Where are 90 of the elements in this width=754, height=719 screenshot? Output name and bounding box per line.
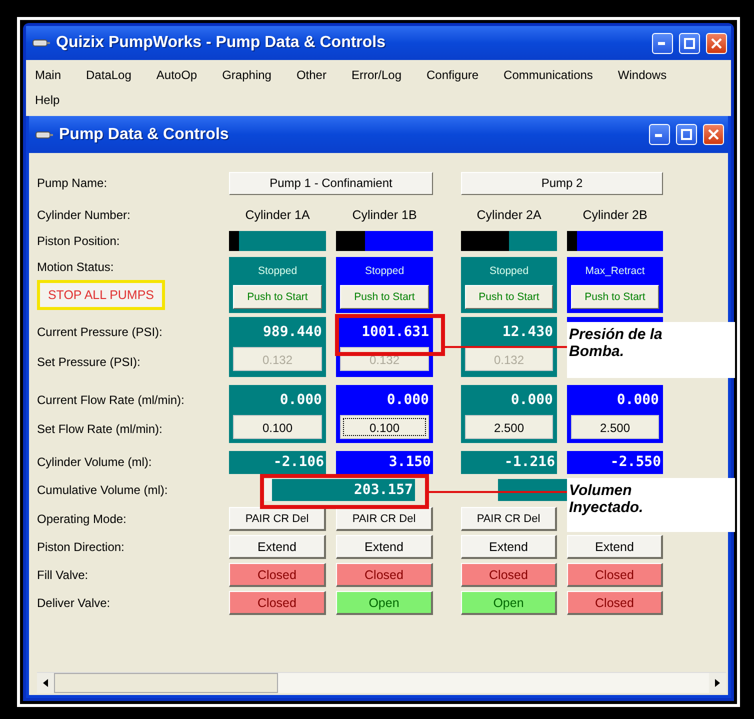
push-to-start-button[interactable]: Push to Start — [233, 285, 322, 309]
field-label: Cylinder Volume (ml): — [37, 455, 153, 469]
valve-button[interactable]: Closed — [567, 563, 663, 587]
scroll-right-icon[interactable] — [715, 679, 720, 687]
maximize-button[interactable] — [679, 32, 700, 54]
close-icon — [708, 129, 719, 140]
pump-name-button[interactable]: Pump 1 - Confinamient — [229, 172, 433, 194]
menu-item[interactable]: Error/Log — [346, 63, 407, 88]
current-pressure: 12.430 — [501, 323, 553, 342]
minimize-button[interactable] — [649, 124, 670, 145]
cylinder-number: Cylinder 1A — [244, 208, 311, 222]
current-flow-rate: 0.000 — [278, 391, 322, 410]
cylinder-volume: -2.106 — [229, 450, 326, 474]
close-button[interactable] — [703, 124, 724, 145]
field-label: Piston Direction: — [37, 540, 126, 554]
menu-item[interactable]: Windows — [612, 63, 672, 88]
minimize-icon — [658, 41, 667, 45]
cylinder-number: Cylinder 2A — [476, 208, 542, 222]
current-pressure: 1001.631 — [360, 323, 429, 342]
cylinder-number: Cylinder 1B — [351, 208, 418, 222]
valve-button[interactable]: Closed — [461, 563, 557, 587]
cylinder-volume: -1.216 — [461, 450, 557, 474]
cylinder-volume: -2.550 — [567, 450, 663, 474]
field-label: Cylinder Number: — [37, 208, 132, 222]
current-flow-rate: 0.000 — [386, 391, 429, 410]
menu-item[interactable]: Other — [291, 63, 332, 88]
field-label: Deliver Valve: — [37, 596, 112, 610]
window-title: Quizix PumpWorks - Pump Data & Controls — [56, 34, 387, 52]
cylinder-number: Cylinder 2B — [582, 208, 648, 222]
piston-direction-button[interactable]: Extend — [229, 535, 326, 559]
set-flow-rate-field[interactable]: 2.500 — [571, 415, 659, 439]
field-label: Fill Valve: — [37, 568, 90, 582]
menu-item[interactable]: AutoOp — [151, 63, 202, 88]
set-flow-rate-field[interactable]: 2.500 — [465, 415, 553, 439]
scroll-left-icon[interactable] — [43, 679, 48, 687]
menu-item[interactable]: Graphing — [217, 63, 276, 88]
annotation-label: Volumen Inyectado. — [567, 478, 735, 532]
menu-item[interactable]: DataLog — [81, 63, 136, 88]
push-to-start-button[interactable]: Push to Start — [465, 285, 553, 309]
annotation-label: Presión de la Bomba. — [567, 322, 735, 378]
maximize-icon — [681, 129, 692, 140]
close-icon — [711, 38, 722, 48]
current-flow-rate: 0.000 — [510, 391, 553, 410]
minimize-icon — [655, 132, 664, 136]
piston-direction-button[interactable]: Extend — [336, 535, 433, 559]
pump-name-button[interactable]: Pump 2 — [461, 172, 663, 194]
valve-button[interactable]: Closed — [336, 563, 433, 587]
field-label: Motion Status: — [37, 260, 115, 274]
valve-button[interactable]: Open — [461, 591, 557, 615]
current-flow-rate: 0.000 — [616, 391, 659, 410]
cylinder-volume: 3.150 — [336, 450, 433, 474]
field-label: Current Pressure (PSI): — [37, 325, 164, 339]
piston-direction-button[interactable]: Extend — [461, 535, 557, 559]
stop-all-pumps-button[interactable]: STOP ALL PUMPS — [37, 280, 165, 310]
push-to-start-button[interactable]: Push to Start — [340, 285, 429, 309]
child-window-title: Pump Data & Controls — [59, 126, 230, 144]
menu-item[interactable]: Communications — [498, 63, 598, 88]
valve-button[interactable]: Open — [336, 591, 433, 615]
operating-mode-button[interactable]: PAIR CR Del — [461, 507, 557, 531]
operating-mode-button[interactable]: PAIR CR Del — [336, 507, 433, 531]
field-label: Set Pressure (PSI): — [37, 355, 142, 369]
close-button[interactable] — [706, 32, 727, 54]
menu-item[interactable]: Main — [30, 63, 66, 88]
operating-mode-button[interactable]: PAIR CR Del — [229, 507, 326, 531]
motion-status: Stopped — [256, 264, 298, 279]
valve-button[interactable]: Closed — [229, 563, 326, 587]
piston-direction-button[interactable]: Extend — [567, 535, 663, 559]
push-to-start-button[interactable]: Push to Start — [571, 285, 659, 309]
valve-button[interactable]: Closed — [567, 591, 663, 615]
maximize-button[interactable] — [676, 124, 697, 145]
field-label: Pump Name: — [37, 176, 108, 190]
horizontal-scrollbar[interactable] — [37, 672, 726, 693]
menu-item[interactable]: Help — [30, 88, 65, 113]
set-flow-rate-field[interactable]: 0.100 — [340, 415, 429, 439]
maximize-icon — [684, 38, 695, 48]
minimize-button[interactable] — [652, 32, 673, 54]
valve-button[interactable]: Closed — [229, 591, 326, 615]
set-flow-rate-field[interactable]: 0.100 — [233, 415, 322, 439]
motion-status: Max_Retract — [584, 264, 646, 279]
motion-status: Stopped — [488, 264, 530, 279]
motion-status: Stopped — [364, 264, 406, 279]
pump-icon — [35, 130, 53, 140]
menu-item[interactable]: Configure — [422, 63, 484, 88]
pump-icon — [32, 38, 50, 48]
field-label: Cumulative Volume (ml): — [37, 483, 169, 497]
field-label: Piston Position: — [37, 234, 121, 248]
field-label: Operating Mode: — [37, 512, 128, 526]
field-label: Current Flow Rate (ml/min): — [37, 392, 186, 406]
field-label: Set Flow Rate (ml/min): — [37, 422, 164, 436]
current-pressure: 989.440 — [262, 323, 322, 342]
